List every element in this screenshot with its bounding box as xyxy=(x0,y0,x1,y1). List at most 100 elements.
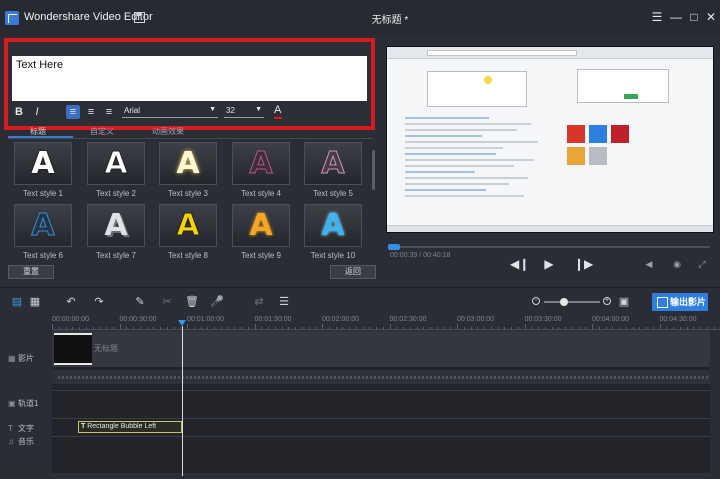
ruler-tick-mark xyxy=(713,327,715,329)
storyboard-view-icon[interactable]: ▦ xyxy=(28,295,42,309)
ruler-tick-mark xyxy=(403,327,404,329)
back-button[interactable]: 返回 xyxy=(330,265,376,279)
previous-frame-icon[interactable]: ◀❙ xyxy=(510,257,529,271)
track-divider xyxy=(52,436,710,437)
ruler-tick-mark xyxy=(99,327,101,329)
fullscreen-icon[interactable]: ⤢ xyxy=(695,259,709,270)
ruler-tick-mark xyxy=(652,327,654,329)
style-preview-icon: A xyxy=(14,204,72,247)
volume-icon[interactable]: ◀ xyxy=(642,259,656,270)
ruler-tick-mark xyxy=(659,324,661,329)
ruler-tick-label: 00:02:30:00 xyxy=(389,316,427,323)
text-style-8[interactable]: A Text style 8 xyxy=(159,204,217,262)
text-style-9[interactable]: A Text style 9 xyxy=(232,204,290,262)
playback-progress-track[interactable] xyxy=(388,246,710,248)
split-icon[interactable]: ⇄ xyxy=(252,295,266,309)
text-style-5[interactable]: A Text style 5 xyxy=(304,142,362,200)
ruler-tick-label: 00:03:30:00 xyxy=(524,316,562,323)
ruler-tick-mark xyxy=(85,327,87,329)
close-icon[interactable]: ✕ xyxy=(704,10,718,24)
text-style-7[interactable]: A Text style 7 xyxy=(87,204,145,262)
undo-icon[interactable]: ↶ xyxy=(64,295,78,309)
record-voice-icon[interactable]: 🎤 xyxy=(210,295,224,309)
tab-animation[interactable]: 动画效果 xyxy=(152,126,184,137)
italic-button[interactable]: I xyxy=(30,105,44,119)
ruler-tick-mark xyxy=(166,327,168,329)
playback-progress-knob[interactable] xyxy=(388,244,400,250)
chevron-down-icon: ▼ xyxy=(255,106,262,113)
ruler-tick-mark xyxy=(484,327,485,329)
fit-timeline-icon[interactable]: ▣ xyxy=(617,295,631,309)
timeline-ruler[interactable]: 00:00:00:00 00:00:30:00 00:01:00:00 00:01:3… xyxy=(52,316,720,330)
redo-icon[interactable]: ↷ xyxy=(92,295,106,309)
reset-button[interactable]: 重置 xyxy=(8,265,54,279)
panel-divider xyxy=(0,287,720,288)
ruler-tick-mark xyxy=(308,327,310,329)
align-left-icon[interactable]: ≡ xyxy=(66,105,80,119)
title-bar: Wondershare Video Editor 无标题 * ☰ — □ ✕ xyxy=(0,0,720,36)
text-input[interactable]: Text Here xyxy=(12,56,367,101)
ruler-tick-mark xyxy=(160,327,161,329)
export-button[interactable]: 输出影片 xyxy=(652,293,708,311)
text-color-button[interactable]: A xyxy=(274,104,283,119)
ruler-tick-mark xyxy=(295,327,296,329)
play-icon[interactable]: ▶ xyxy=(542,257,556,271)
zoom-out-icon[interactable]: - xyxy=(532,297,540,305)
ruler-tick-mark xyxy=(65,327,67,329)
preview-url-bar xyxy=(427,50,577,56)
ruler-tick-mark xyxy=(355,327,357,329)
timeline-view-icon[interactable]: ▤ xyxy=(10,295,24,309)
bold-button[interactable]: B xyxy=(12,105,26,119)
ruler-tick-mark xyxy=(207,327,209,329)
ruler-tick-mark xyxy=(187,324,188,329)
ruler-tick-label: 00:00:30:00 xyxy=(119,316,157,323)
save-icon[interactable] xyxy=(134,12,145,23)
align-right-icon[interactable]: ≡ xyxy=(102,105,116,119)
video-track[interactable] xyxy=(52,331,710,367)
text-clip[interactable]: T Rectangle Bubble Left xyxy=(78,421,182,433)
preview-browser-toolbar xyxy=(387,47,713,59)
ruler-tick-mark xyxy=(605,327,607,329)
ruler-tick-mark xyxy=(322,324,323,329)
text-editor-panel: Text Here B I ≡ ≡ ≡ Arial ▼ 32 ▼ A xyxy=(4,38,375,130)
maximize-icon[interactable]: □ xyxy=(687,10,701,24)
ruler-tick-label: 00:00:00:00 xyxy=(52,316,89,323)
text-style-4[interactable]: A Text style 4 xyxy=(232,142,290,200)
ruler-tick-mark xyxy=(598,327,600,329)
video-clip-thumbnail[interactable] xyxy=(54,333,92,365)
ruler-tick-mark xyxy=(126,327,128,329)
edit-icon[interactable]: ✎ xyxy=(133,295,147,309)
music-icon: ♫ xyxy=(8,437,14,446)
text-style-6[interactable]: A Text style 6 xyxy=(14,204,72,262)
detach-audio-icon[interactable]: ☰ xyxy=(277,295,291,309)
ruler-tick-mark xyxy=(261,327,263,329)
menu-icon[interactable]: ☰ xyxy=(650,10,664,24)
ruler-tick-mark xyxy=(389,324,391,329)
align-center-icon[interactable]: ≡ xyxy=(84,105,98,119)
snapshot-icon[interactable]: ◉ xyxy=(670,259,684,270)
font-family-select[interactable]: Arial ▼ xyxy=(122,106,218,118)
style-label: Text style 9 xyxy=(240,251,281,260)
text-style-10[interactable]: A Text style 10 xyxy=(304,204,362,262)
zoom-in-icon[interactable]: + xyxy=(603,297,611,305)
text-style-3[interactable]: A Text style 3 xyxy=(159,142,217,200)
minimize-icon[interactable]: — xyxy=(669,10,683,24)
ruler-tick-mark xyxy=(58,327,60,329)
ruler-tick-mark xyxy=(592,324,593,329)
pip-icon: ▣ xyxy=(8,399,16,408)
zoom-slider-knob[interactable] xyxy=(559,298,568,306)
text-style-1[interactable]: A Text style 1 xyxy=(14,142,72,200)
timeline-scrollbar[interactable] xyxy=(52,473,710,477)
ruler-tick-mark xyxy=(504,327,506,329)
style-grid-scrollbar[interactable] xyxy=(372,150,375,190)
delete-icon[interactable]: 🗑 xyxy=(185,295,199,309)
ruler-tick-mark xyxy=(396,327,398,329)
ruler-tick-mark xyxy=(106,327,107,329)
zoom-slider[interactable] xyxy=(544,301,600,303)
next-frame-icon[interactable]: ❙▶ xyxy=(574,257,593,271)
cut-icon[interactable]: ✂ xyxy=(160,295,174,309)
tab-divider xyxy=(8,138,373,139)
text-style-2[interactable]: A Text style 2 xyxy=(87,142,145,200)
tab-custom[interactable]: 自定义 xyxy=(90,126,114,137)
font-size-select[interactable]: 32 ▼ xyxy=(224,106,264,118)
